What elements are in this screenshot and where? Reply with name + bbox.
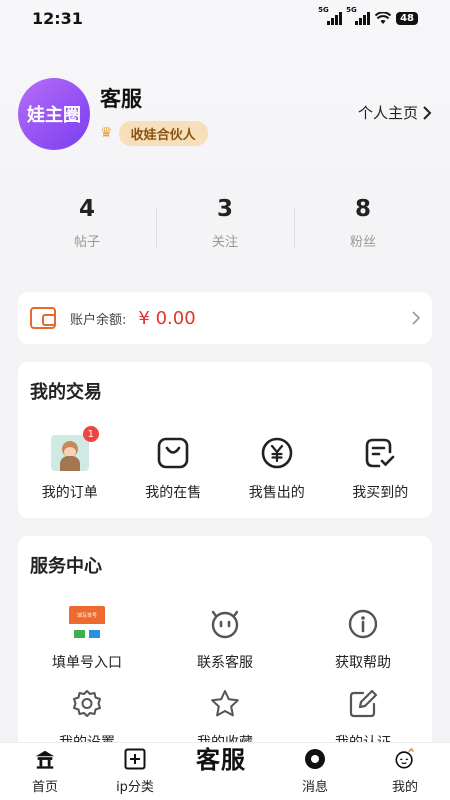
tab-label: 首页 (31, 780, 58, 795)
tab-category[interactable]: ip分类 (90, 743, 180, 800)
trade-item-selling[interactable]: 我的在售 (122, 434, 226, 502)
stat-value: 8 (354, 196, 371, 222)
crown-icon: ♛ (100, 125, 113, 141)
star-icon (211, 690, 239, 717)
chevron-right-icon (423, 105, 432, 120)
form-thumbnail: 填写单号 (69, 606, 105, 642)
stat-value: 4 (78, 196, 95, 222)
tab-home[interactable]: 首页 (0, 743, 90, 800)
yen-icon (261, 437, 293, 469)
trade-item-orders[interactable]: 1 我的订单 (18, 426, 122, 502)
avatar[interactable]: 娃主圈 (18, 78, 90, 150)
trade-item-label: 我买到的 (352, 485, 409, 501)
signal-icon: 5G (318, 6, 343, 25)
stat-label: 粉丝 (349, 235, 376, 250)
balance-card[interactable]: 账户余额: ¥ 0.00 (18, 292, 432, 344)
notification-badge: 1 (82, 426, 99, 442)
stat-fans[interactable]: 8 粉丝 (294, 196, 432, 258)
floating-service-label[interactable]: 客服 (196, 740, 246, 775)
trade-item-sold[interactable]: 我售出的 (225, 434, 329, 502)
trade-item-label: 我的在售 (145, 485, 202, 501)
wallet-icon (30, 307, 56, 329)
stat-label: 帖子 (73, 235, 100, 250)
tab-messages[interactable]: 消息 (270, 743, 360, 800)
service-item-label: 联系客服 (197, 655, 253, 671)
stat-label: 关注 (211, 235, 238, 250)
trade-card: 我的交易 1 我的订单 我的在售 我售出的 我买到的 (18, 362, 432, 518)
service-item-label: 获取帮助 (335, 655, 391, 671)
battery-icon: 48 (396, 11, 418, 25)
tab-profile[interactable]: 我的 (360, 743, 450, 800)
service-item-label: 填单号入口 (52, 655, 122, 671)
wifi-icon (375, 11, 392, 24)
balance-value: ¥ 0.00 (138, 307, 196, 329)
balance-label: 账户余额: (70, 312, 127, 328)
gear-icon (73, 690, 101, 717)
status-time: 12:31 (32, 8, 83, 28)
stat-posts[interactable]: 4 帖子 (18, 196, 156, 258)
profile-info: 客服 ♛ 收娃合伙人 (100, 83, 208, 146)
tab-label: ip分类 (116, 780, 154, 795)
stat-value: 3 (216, 196, 233, 222)
home-icon (35, 750, 55, 769)
status-icons: 5G 5G 48 (318, 6, 418, 25)
trade-item-bought[interactable]: 我买到的 (329, 434, 433, 502)
shopping-bag-icon (157, 437, 189, 469)
edit-icon (349, 689, 378, 718)
category-icon (124, 748, 146, 770)
profile-header: 娃主圈 客服 ♛ 收娃合伙人 个人主页 (18, 78, 432, 150)
service-icon (211, 610, 239, 639)
service-grid: 填写单号 填单号入口 联系客服 获取帮助 (18, 606, 432, 752)
profile-icon (395, 747, 414, 769)
info-icon (348, 609, 378, 639)
stats-row: 4 帖子 3 关注 8 粉丝 (18, 196, 432, 258)
username: 客服 (100, 86, 142, 111)
partner-badge: 收娃合伙人 (118, 120, 208, 146)
trade-row: 1 我的订单 我的在售 我售出的 我买到的 (18, 426, 433, 502)
trade-item-label: 我的订单 (41, 485, 98, 501)
message-icon (305, 749, 325, 769)
service-item-tracking[interactable]: 填写单号 填单号入口 (18, 606, 156, 672)
checklist-icon (365, 438, 395, 468)
service-card: 服务中心 填写单号 填单号入口 联系客服 获取帮助 (18, 536, 432, 756)
signal-icon: 5G (346, 6, 371, 25)
trade-item-label: 我售出的 (248, 485, 305, 501)
homepage-link-label: 个人主页 (357, 104, 418, 122)
tab-label: 我的 (391, 780, 418, 795)
status-bar: 12:31 5G 5G 48 (0, 0, 450, 36)
stat-following[interactable]: 3 关注 (156, 196, 294, 258)
service-item-help[interactable]: 获取帮助 (294, 606, 432, 672)
badge-row: ♛ 收娃合伙人 (100, 120, 208, 146)
trade-title: 我的交易 (30, 382, 102, 403)
tab-label: 消息 (301, 780, 328, 795)
service-item-contact[interactable]: 联系客服 (156, 606, 294, 672)
service-title: 服务中心 (30, 556, 102, 577)
order-thumbnail (50, 435, 89, 471)
chevron-right-icon (412, 311, 420, 325)
homepage-link[interactable]: 个人主页 (358, 102, 432, 123)
